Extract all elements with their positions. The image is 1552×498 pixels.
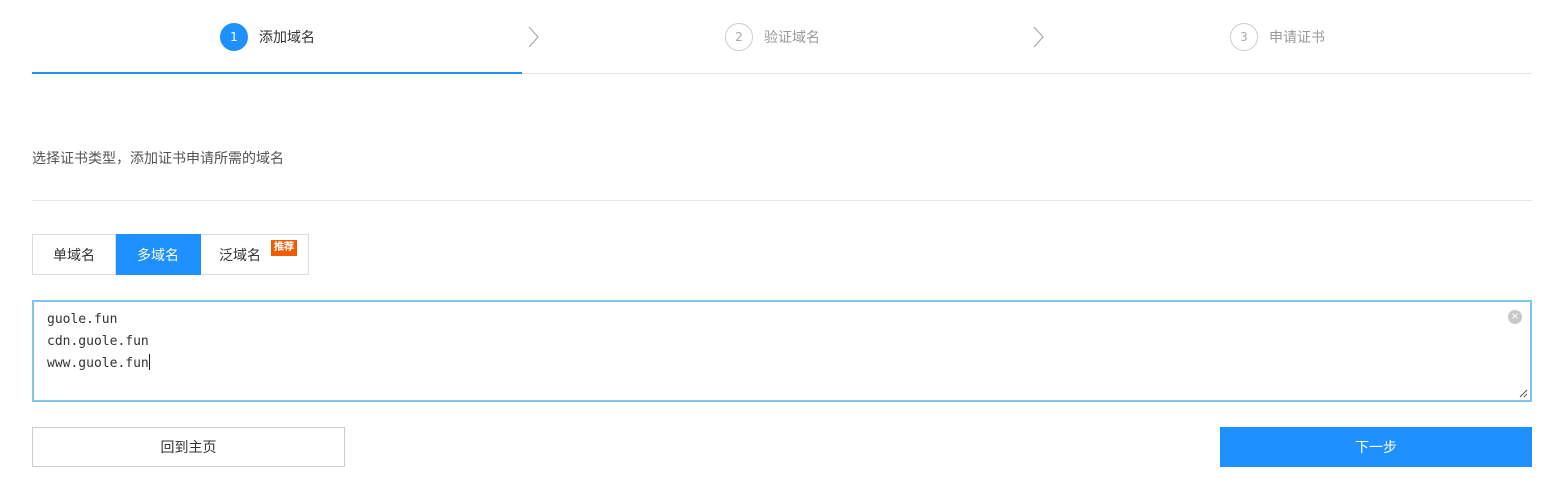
recommend-badge: 推荐 [271,240,297,256]
divider [32,200,1532,201]
domain-line: cdn.guole.fun [47,334,149,349]
step-label: 验证域名 [764,30,820,46]
domain-line-text: www.guole.fun [47,356,149,371]
domain-line: www.guole.fun [47,353,1517,375]
step-number: 2 [725,23,753,51]
step-add-domain: 1 添加域名 [220,22,315,52]
chevron-right-icon [1033,26,1044,48]
domain-type-tabs: 单域名 多域名 泛域名 推荐 [32,234,309,275]
steps-bar: 1 添加域名 2 验证域名 3 申请证书 [32,0,1532,74]
step-number: 3 [1230,23,1258,51]
step-apply-certificate: 3 申请证书 [1230,22,1325,52]
tab-wildcard-domain[interactable]: 泛域名 推荐 [201,234,309,275]
domains-textarea[interactable]: guole.fun cdn.guole.fun www.guole.fun × [32,300,1532,402]
tab-label: 泛域名 [219,247,261,264]
step-label: 申请证书 [1269,30,1325,46]
clear-icon[interactable]: × [1508,310,1522,324]
step-verify-domain: 2 验证域名 [725,22,820,52]
step-number: 1 [220,23,248,51]
domain-line: guole.fun [47,312,118,327]
chevron-right-icon [528,26,539,48]
text-caret [148,354,150,370]
page-description: 选择证书类型，添加证书申请所需的域名 [32,151,284,167]
step-label: 添加域名 [259,30,315,46]
tab-single-domain[interactable]: 单域名 [32,234,116,275]
tab-multi-domain[interactable]: 多域名 [116,234,201,275]
resize-handle-icon[interactable] [1518,388,1528,398]
next-step-button[interactable]: 下一步 [1220,427,1532,467]
step-progress-indicator [32,72,522,74]
back-home-button[interactable]: 回到主页 [32,427,345,467]
